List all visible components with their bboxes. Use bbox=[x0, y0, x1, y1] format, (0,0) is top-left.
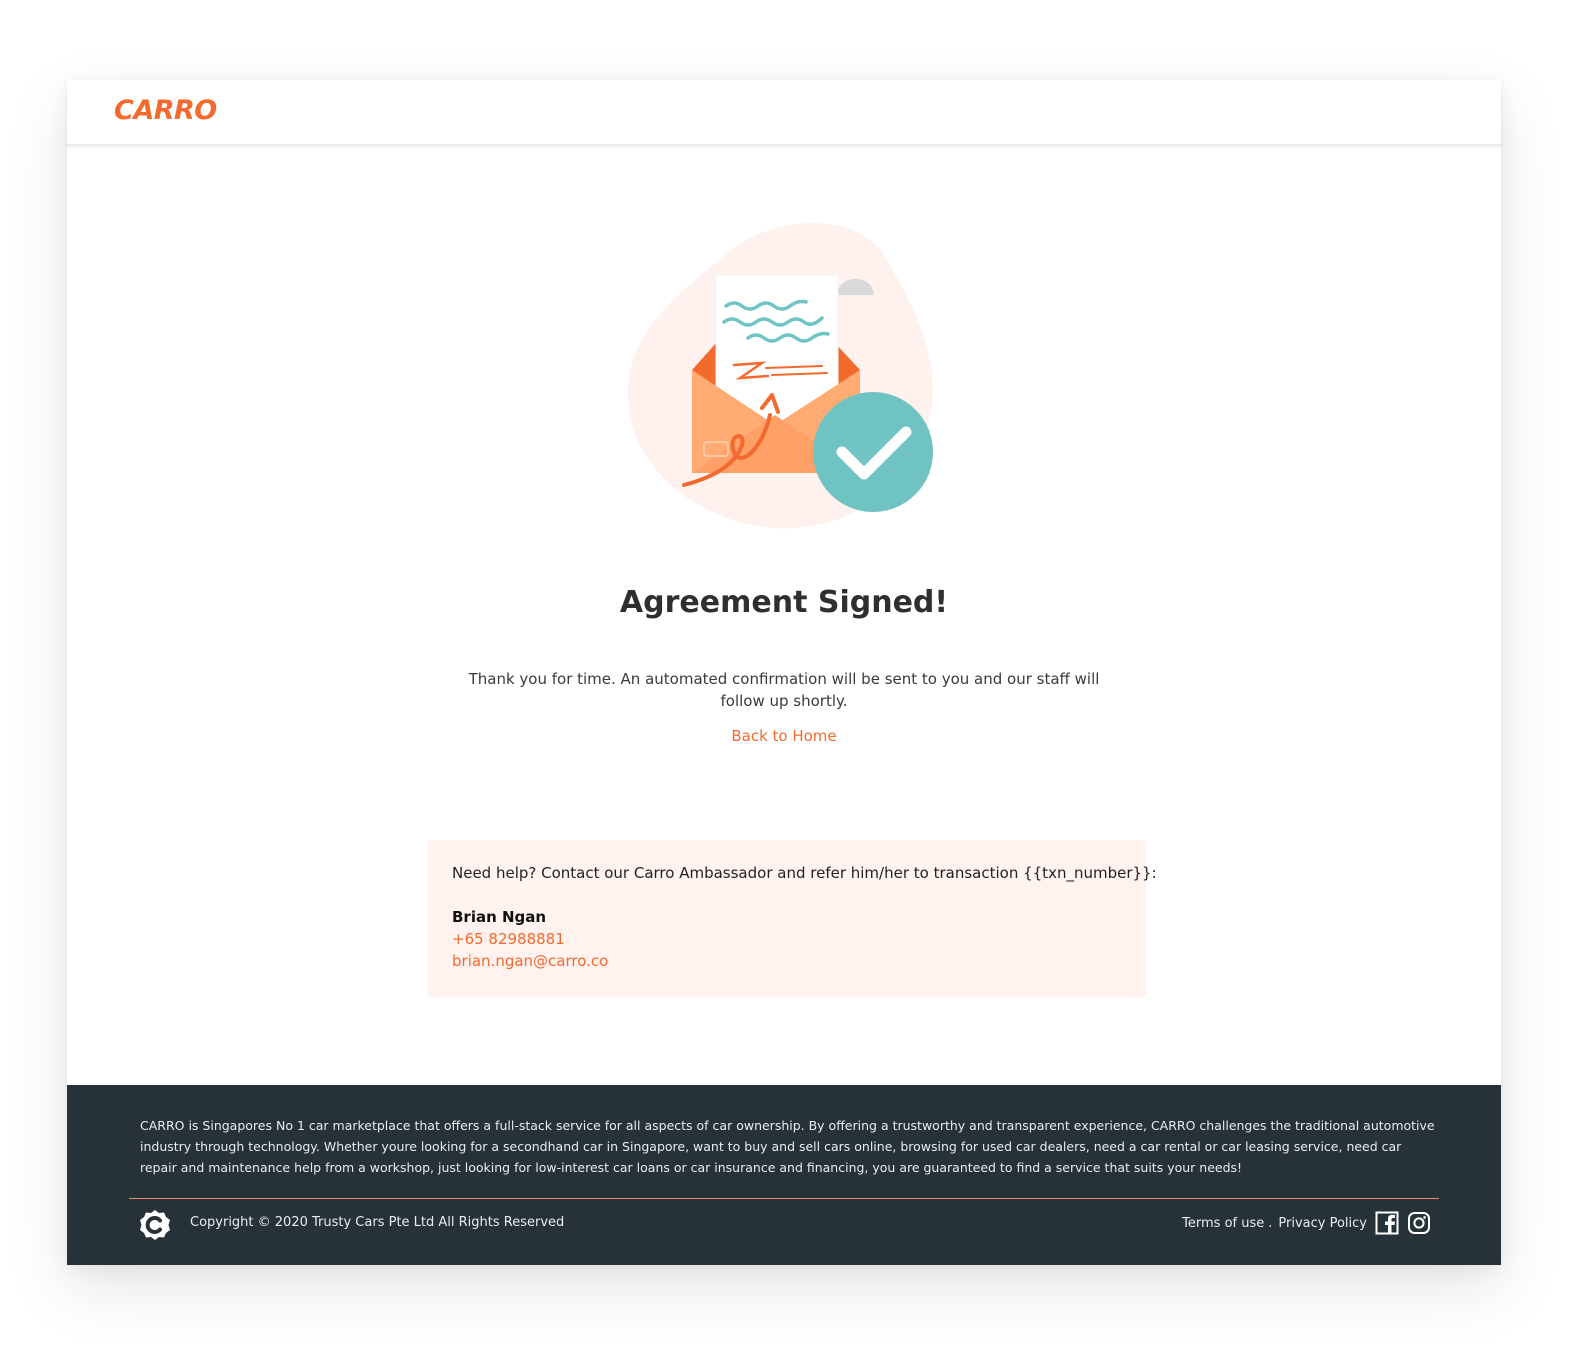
copyright-text: Copyright © 2020 Trusty Cars Pte Ltd All… bbox=[190, 1215, 565, 1230]
footer-divider bbox=[129, 1198, 1439, 1199]
footer: CARRO is Singapores No 1 car marketplace… bbox=[67, 1085, 1501, 1265]
ambassador-phone-link[interactable]: +65 82988881 bbox=[452, 930, 565, 948]
page-frame: CARRO Agreement Signed! Thank you for ti… bbox=[67, 80, 1501, 1265]
page-title: Agreement Signed! bbox=[619, 585, 949, 620]
carro-logo[interactable]: CARRO bbox=[114, 95, 217, 126]
footer-links: Terms of use . Privacy Policy bbox=[1182, 1211, 1431, 1235]
signed-envelope-check-icon bbox=[622, 220, 942, 535]
carro-footer-logo-icon bbox=[139, 1209, 171, 1241]
terms-of-use-link[interactable]: Terms of use bbox=[1182, 1216, 1264, 1231]
privacy-policy-link[interactable]: Privacy Policy bbox=[1278, 1216, 1367, 1231]
back-to-home-link[interactable]: Back to Home bbox=[67, 727, 1501, 745]
facebook-icon[interactable] bbox=[1375, 1211, 1399, 1235]
help-contact-box: Need help? Contact our Carro Ambassador … bbox=[428, 840, 1157, 997]
top-navigation-bar: CARRO bbox=[67, 80, 1501, 146]
ambassador-name: Brian Ngan bbox=[452, 908, 547, 926]
help-intro-text: Need help? Contact our Carro Ambassador … bbox=[452, 864, 1157, 882]
ambassador-email-link[interactable]: brian.ngan@carro.co bbox=[452, 952, 608, 970]
confirmation-message: Thank you for time. An automated confirm… bbox=[468, 670, 1100, 710]
footer-about-text: CARRO is Singapores No 1 car marketplace… bbox=[140, 1118, 1435, 1175]
instagram-icon[interactable] bbox=[1407, 1211, 1431, 1235]
footer-link-separator: . bbox=[1268, 1215, 1273, 1231]
